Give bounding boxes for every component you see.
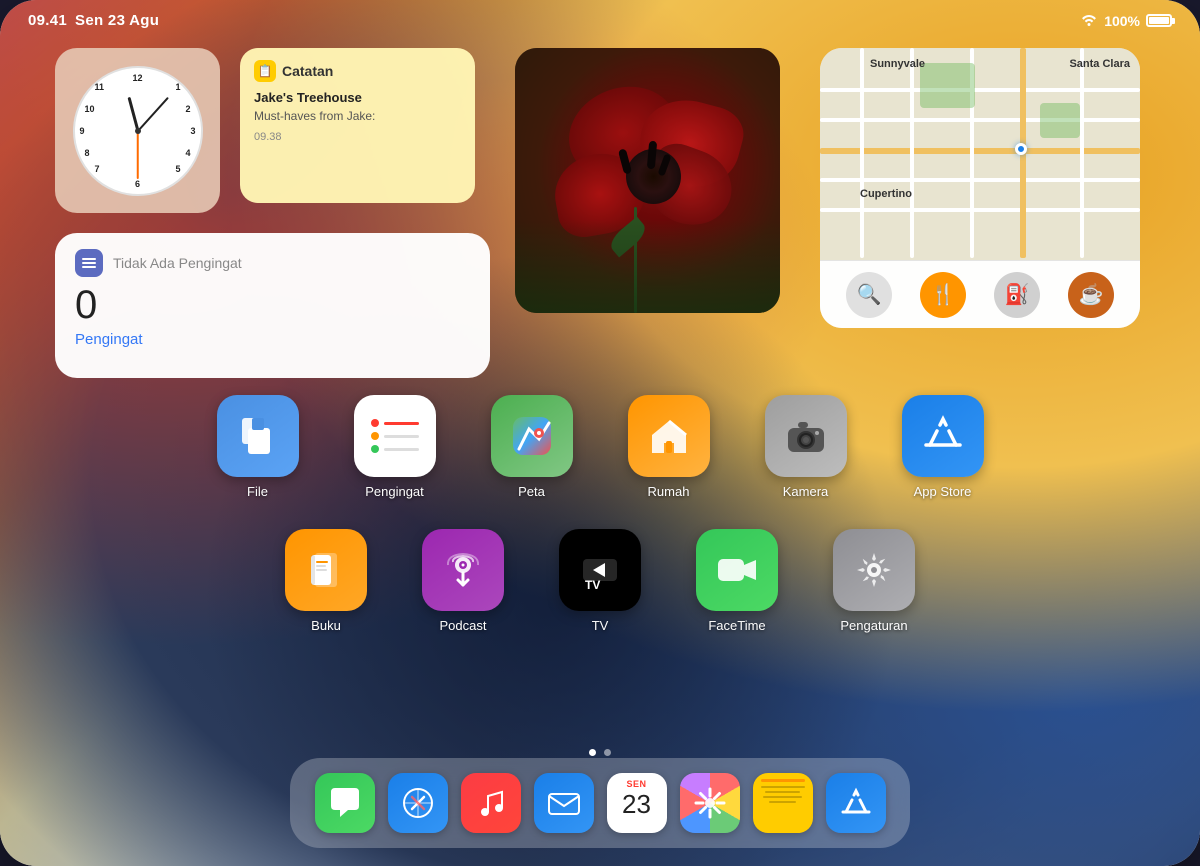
- dock-safari[interactable]: [388, 773, 448, 833]
- status-bar: 09.41 Sen 23 Agu 100%: [28, 12, 1172, 29]
- app-reminders-label: Pengingat: [365, 484, 424, 499]
- ipad-frame: 09.41 Sen 23 Agu 100% 12 3 6 9: [0, 0, 1200, 866]
- apps-grid: File Pengingat: [55, 395, 1145, 633]
- app-appstore-label: App Store: [914, 484, 972, 499]
- app-settings-label: Pengaturan: [840, 618, 907, 633]
- clock-center: [135, 128, 141, 134]
- dock-music[interactable]: [461, 773, 521, 833]
- clock-face: 12 3 6 9 1 11 2 4 5 7 8 10: [73, 66, 203, 196]
- app-podcasts[interactable]: Podcast: [422, 529, 504, 633]
- map-coffee-btn[interactable]: ☕: [1068, 272, 1114, 318]
- dock-calendar[interactable]: SEN 23: [607, 773, 667, 833]
- battery-icon: [1146, 14, 1172, 27]
- app-books-label: Buku: [311, 618, 341, 633]
- page-dots: [589, 749, 611, 756]
- notes-content: Must-haves from Jake:: [254, 108, 461, 125]
- app-home-label: Rumah: [648, 484, 690, 499]
- dock-appstore[interactable]: [826, 773, 886, 833]
- notes-icon: 📋: [254, 60, 276, 82]
- clock-minute-hand: [137, 96, 169, 131]
- map-gas-btn[interactable]: ⛽: [994, 272, 1040, 318]
- app-tv-label: TV: [592, 618, 609, 633]
- clock-widget[interactable]: 12 3 6 9 1 11 2 4 5 7 8 10: [55, 48, 220, 213]
- app-tv[interactable]: TV TV: [559, 529, 641, 633]
- battery-text: 100%: [1104, 13, 1140, 29]
- wifi-icon: [1080, 12, 1098, 29]
- page-dot-1[interactable]: [589, 749, 596, 756]
- page-dot-2[interactable]: [604, 749, 611, 756]
- dock-notes[interactable]: [753, 773, 813, 833]
- app-reminders[interactable]: Pengingat: [354, 395, 436, 499]
- app-maps[interactable]: Peta: [491, 395, 573, 499]
- clock-second-hand: [137, 131, 139, 179]
- notes-time: 09.38: [254, 131, 461, 143]
- notes-note-title: Jake's Treehouse: [254, 90, 461, 105]
- apps-row-1: File Pengingat: [55, 395, 1145, 499]
- app-home[interactable]: Rumah: [628, 395, 710, 499]
- svg-text:TV: TV: [585, 578, 600, 592]
- map-label-santaclara: Santa Clara: [1069, 58, 1130, 70]
- app-maps-label: Peta: [518, 484, 545, 499]
- app-appstore[interactable]: App Store: [902, 395, 984, 499]
- app-podcasts-label: Podcast: [440, 618, 487, 633]
- map-label-sunnyvale: Sunnyvale: [870, 58, 925, 70]
- status-date: Sen 23 Agu: [75, 12, 159, 29]
- app-files-label: File: [247, 484, 268, 499]
- reminders-header: Tidak Ada Pengingat: [75, 249, 470, 277]
- notes-header: 📋 Catatan: [254, 60, 461, 82]
- dock-messages[interactable]: [315, 773, 375, 833]
- status-right: 100%: [1080, 12, 1172, 29]
- status-time: 09.41: [28, 12, 67, 29]
- map-label-cupertino: Cupertino: [860, 188, 912, 200]
- dock-photos[interactable]: [680, 773, 740, 833]
- dock: SEN 23: [290, 758, 910, 848]
- app-facetime-label: FaceTime: [708, 618, 765, 633]
- calendar-month: SEN: [626, 779, 646, 789]
- app-camera-label: Kamera: [783, 484, 829, 499]
- app-facetime[interactable]: FaceTime: [696, 529, 778, 633]
- app-camera[interactable]: Kamera: [765, 395, 847, 499]
- apps-row-2: Buku Podcast: [55, 529, 1145, 633]
- calendar-day: 23: [622, 791, 651, 817]
- reminders-count: 0: [75, 285, 470, 325]
- map-restaurant-btn[interactable]: 🍴: [920, 272, 966, 318]
- notes-title: Catatan: [282, 63, 333, 79]
- map-search-btn[interactable]: 🔍: [846, 272, 892, 318]
- map-controls: 🔍 🍴 ⛽ ☕: [820, 260, 1140, 328]
- reminders-no-reminder-text: Tidak Ada Pengingat: [113, 255, 242, 271]
- reminders-icon: [75, 249, 103, 277]
- app-settings[interactable]: Pengaturan: [833, 529, 915, 633]
- photo-widget[interactable]: [515, 48, 780, 313]
- reminders-widget[interactable]: Tidak Ada Pengingat 0 Pengingat: [55, 233, 490, 378]
- dock-mail[interactable]: [534, 773, 594, 833]
- map-widget[interactable]: Sunnyvale Santa Clara Cupertino 🔍 🍴 ⛽ ☕: [820, 48, 1140, 328]
- app-files[interactable]: File: [217, 395, 299, 499]
- notes-widget[interactable]: 📋 Catatan Jake's Treehouse Must-haves fr…: [240, 48, 475, 203]
- clock-hour-hand: [127, 96, 139, 131]
- reminders-label: Pengingat: [75, 331, 470, 348]
- app-books[interactable]: Buku: [285, 529, 367, 633]
- photo-poppy: [515, 48, 780, 313]
